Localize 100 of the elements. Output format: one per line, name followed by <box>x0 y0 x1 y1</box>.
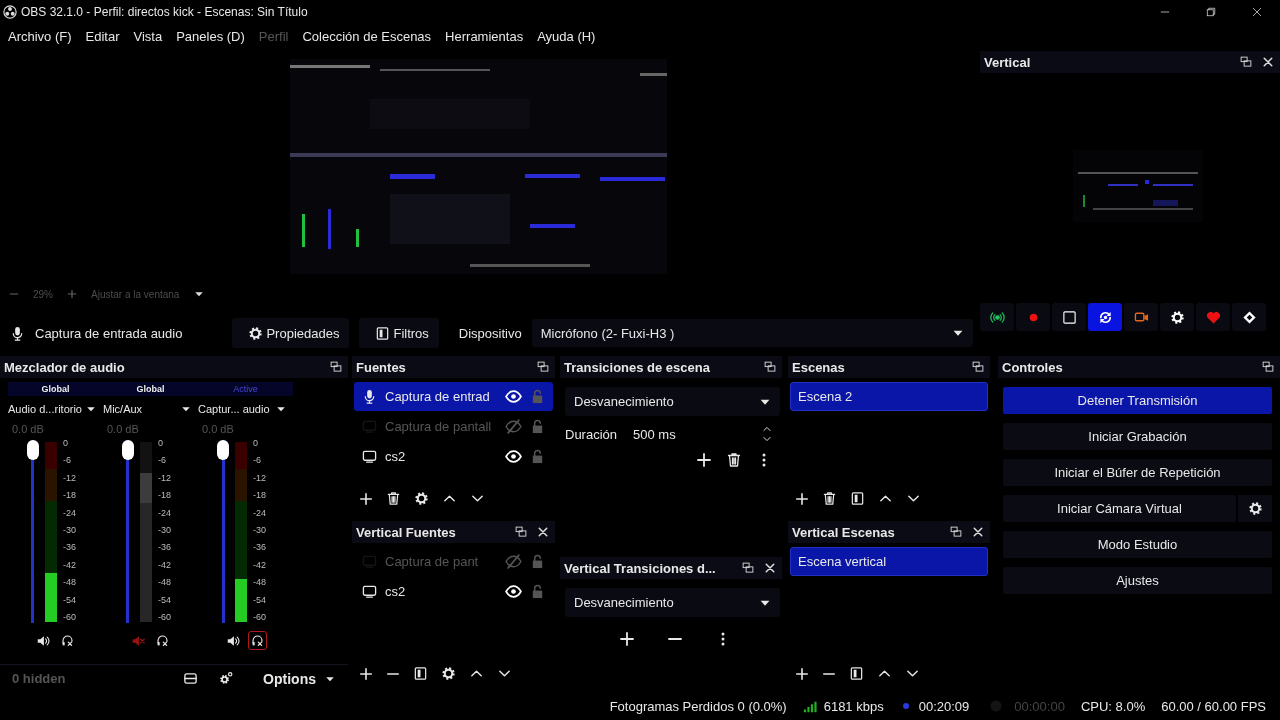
volume-readout: 0.0 dB <box>201 422 235 437</box>
close-icon[interactable] <box>972 526 984 538</box>
transition-dropdown[interactable]: Desvanecimiento <box>565 588 780 617</box>
scale-label: -18 <box>158 490 171 501</box>
plus-icon[interactable] <box>795 666 809 681</box>
channel-dropdown[interactable]: Captur... audio <box>198 398 293 420</box>
channel-dropdown[interactable]: Mic/Aux <box>103 398 198 420</box>
dock-title: Transiciones de escena <box>564 359 710 375</box>
control-button[interactable]: Iniciar Grabación <box>1003 423 1272 450</box>
advanced-settings-icon[interactable] <box>218 671 234 686</box>
trash-icon[interactable] <box>726 452 742 468</box>
properties-button[interactable]: Propiedades <box>232 318 350 349</box>
toolbar-button[interactable] <box>1160 303 1194 331</box>
restore-button[interactable] <box>1205 6 1217 18</box>
scale-label: -36 <box>253 542 266 553</box>
control-button[interactable]: Iniciar Cámara Virtual <box>1003 495 1236 522</box>
channel-dropdown[interactable]: Audio d...ritorio <box>8 398 103 420</box>
close-icon[interactable] <box>537 526 549 538</box>
layout-icon[interactable] <box>183 671 199 686</box>
speaker-icon[interactable] <box>36 633 50 648</box>
eye-icon[interactable] <box>505 448 522 465</box>
close-button[interactable] <box>1251 6 1263 18</box>
slider-handle[interactable] <box>27 440 39 460</box>
settings-icon[interactable] <box>441 666 456 681</box>
dock-title: Vertical Transiciones d... <box>564 560 716 576</box>
zoom-in-icon[interactable] <box>67 289 77 300</box>
control-button[interactable]: Iniciar el Búfer de Repetición <box>1003 459 1272 486</box>
control-button[interactable]: Ajustes <box>1003 567 1272 594</box>
menu-item[interactable]: Paneles (D) <box>169 28 252 44</box>
undock-icon[interactable] <box>950 526 962 538</box>
lock-icon[interactable] <box>530 449 545 464</box>
toolbar-button[interactable] <box>980 303 1014 331</box>
scale-label: -48 <box>63 577 76 588</box>
undock-icon[interactable] <box>515 526 527 538</box>
monitor-off-button[interactable] <box>248 631 267 650</box>
menu-item[interactable]: Editar <box>78 28 127 44</box>
control-button[interactable]: Detener Transmisión <box>1003 387 1272 414</box>
toolbar-button[interactable] <box>1052 303 1086 331</box>
hidden-eye-icon[interactable] <box>505 418 522 435</box>
settings-icon <box>1169 309 1185 325</box>
settings-icon[interactable] <box>414 491 429 506</box>
lock-icon[interactable] <box>530 419 545 434</box>
control-button[interactable]: Modo Estudio <box>1003 531 1272 558</box>
options-button[interactable]: Options <box>263 670 336 687</box>
volume-readout: 0.0 dB <box>11 422 45 437</box>
dock-title: Vertical <box>984 54 1031 70</box>
plus-icon[interactable] <box>619 631 635 647</box>
undock-icon[interactable] <box>1262 361 1274 373</box>
toolbar-button[interactable] <box>1088 303 1122 331</box>
plus-icon[interactable] <box>795 491 809 506</box>
toolbar-button[interactable] <box>1232 303 1266 331</box>
scale-label: -42 <box>63 559 76 570</box>
scene-item[interactable]: Escena 2 <box>790 382 988 411</box>
dock-title: Vertical Fuentes <box>356 524 456 540</box>
source-item[interactable]: Captura de entrad <box>354 382 553 411</box>
eye-icon[interactable] <box>505 388 522 405</box>
hidden-eye-icon[interactable] <box>505 553 522 570</box>
scale-label: -30 <box>63 524 76 535</box>
undock-icon[interactable] <box>1240 56 1252 68</box>
trash-icon[interactable] <box>822 491 837 506</box>
menu-item[interactable]: Herramientas <box>438 28 531 44</box>
source-name: Captura de entrad <box>385 389 491 404</box>
transition-dropdown[interactable]: Desvanecimiento <box>565 387 780 416</box>
scene-item[interactable]: Escena vertical <box>790 547 988 576</box>
filter-icon[interactable] <box>849 666 864 681</box>
toolbar-button[interactable] <box>1124 303 1158 331</box>
plus-icon[interactable] <box>359 491 373 506</box>
menu-item[interactable]: Ayuda (H) <box>530 28 603 44</box>
eye-icon[interactable] <box>505 583 522 600</box>
undock-icon[interactable] <box>972 361 984 373</box>
close-icon[interactable] <box>1262 56 1274 68</box>
source-item[interactable]: cs2 <box>354 577 553 606</box>
slider-handle[interactable] <box>217 440 229 460</box>
speaker-icon[interactable] <box>226 633 240 648</box>
microphone-icon <box>362 389 377 404</box>
filters-button[interactable]: Filtros <box>359 318 439 349</box>
device-dropdown[interactable]: Micrófono (2- Fuxi-H3 ) <box>531 319 973 348</box>
plus-icon[interactable] <box>696 452 712 468</box>
filter-icon[interactable] <box>413 666 428 681</box>
lock-icon[interactable] <box>530 584 545 599</box>
menu-item[interactable]: Colección de Escenas <box>295 28 439 44</box>
record-time: 00:00:00 <box>1014 698 1065 714</box>
undock-icon[interactable] <box>764 361 776 373</box>
scale-label: -54 <box>158 594 171 605</box>
menu-item[interactable]: Archivo (F) <box>1 28 79 44</box>
trash-icon[interactable] <box>386 491 401 506</box>
undock-icon[interactable] <box>330 361 342 373</box>
lock-icon[interactable] <box>530 554 545 569</box>
plus-icon[interactable] <box>359 666 373 681</box>
undock-icon[interactable] <box>742 562 754 574</box>
undock-icon[interactable] <box>537 361 549 373</box>
close-icon[interactable] <box>764 562 776 574</box>
filter-icon[interactable] <box>850 491 865 506</box>
source-name: Captura de pant <box>385 554 480 569</box>
menu-item[interactable]: Vista <box>126 28 170 44</box>
scale-label: 0 <box>63 438 69 448</box>
settings-button[interactable] <box>1238 495 1272 522</box>
source-item[interactable]: cs2 <box>354 442 553 471</box>
slider-handle[interactable] <box>122 440 134 460</box>
scale-label: -18 <box>63 490 76 501</box>
